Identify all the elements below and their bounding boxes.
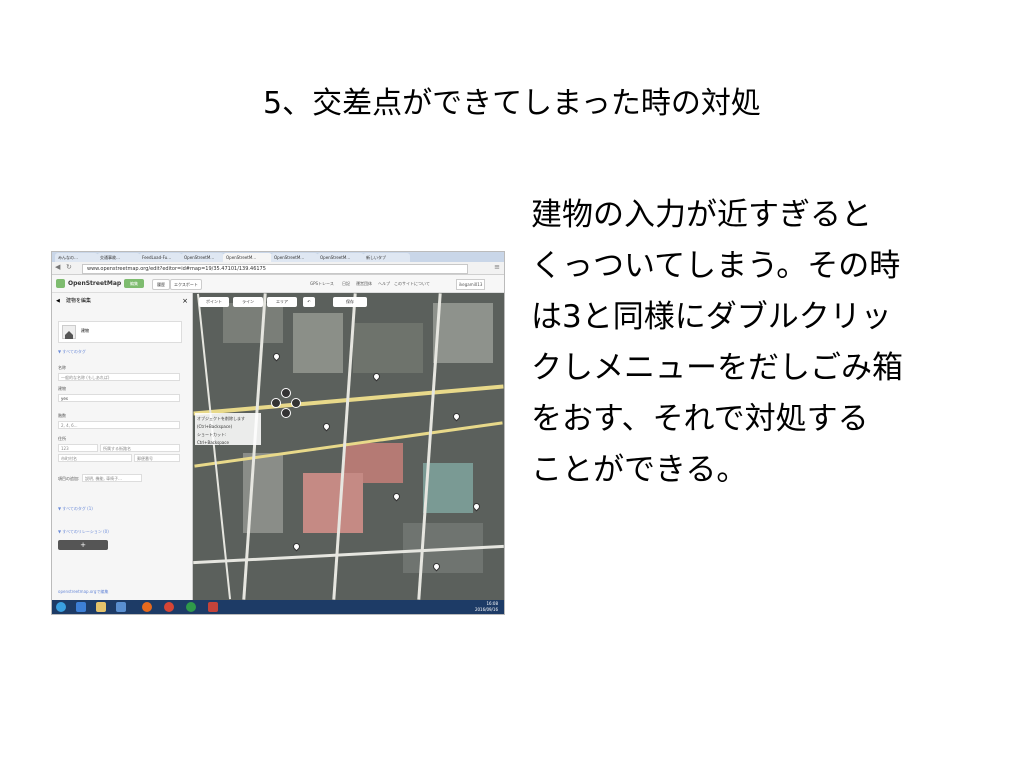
address-bar: ◀ ↻ www.openstreetmap.org/edit?editor=id… [52, 262, 504, 275]
nav-link-diary[interactable]: 日記 [342, 279, 350, 288]
slide-body-text: 建物の入力が近すぎると くっついてしまう。その時 は3と同様にダブルクリッ クし… [531, 190, 971, 496]
add-field-label: 項目の追加: [58, 476, 80, 481]
context-menu-delete-icon[interactable] [291, 398, 301, 408]
field-levels-label: 階数 [58, 413, 66, 418]
osm-logo-icon [56, 279, 65, 288]
delete-tooltip: オブジェクトを削除します (Ctrl+Backspace) ショートカット: C… [195, 413, 261, 445]
footer-edit-link[interactable]: openstreetmap.orgで編集 [58, 589, 108, 595]
all-relations-toggle[interactable]: ▼ すべてのリレーション (0) [58, 529, 109, 535]
add-field-input[interactable]: 説明, 機能, 車椅子... [82, 474, 142, 482]
field-building-label: 建物 [58, 386, 66, 391]
context-menu-split-icon[interactable] [281, 408, 291, 418]
section-toggle[interactable]: ▼ すべてのタグ [58, 349, 86, 355]
sidebar-title: 建物を編集 [66, 298, 92, 304]
windows-taskbar: 16:08 2016/09/16 [52, 600, 504, 614]
browser-tab-active[interactable]: OpenStreetM… [223, 253, 272, 262]
map-building [353, 323, 423, 373]
body-line: をおす、それで対処する [531, 401, 869, 437]
add-relation-button[interactable]: + [58, 540, 108, 550]
browser-tab[interactable]: OpenStreetM… [181, 253, 224, 262]
map-pin-icon[interactable] [391, 491, 402, 502]
browser-tab[interactable]: OpenStreetM… [271, 253, 318, 262]
body-line: クしメニューをだしごみ箱 [531, 350, 903, 386]
browser-tab[interactable]: OpenStreetM… [317, 253, 364, 262]
body-line: 建物の入力が近すぎると [531, 197, 872, 233]
body-line: くっついてしまう。その時 [531, 248, 901, 284]
clock-date: 2016/09/16 [474, 607, 498, 612]
back-arrow-icon[interactable]: ◀ [56, 295, 60, 307]
osm-editor-screenshot: みんなの… 交通事故… FeedLoad-Fu… OpenStreetM… Op… [52, 252, 504, 614]
browser-tab[interactable]: FeedLoad-Fu… [139, 253, 182, 262]
map-building [223, 303, 283, 343]
context-menu-move-icon[interactable] [281, 388, 291, 398]
building-field[interactable]: yes [58, 394, 180, 402]
address-city[interactable]: 市町村名 [58, 454, 132, 462]
editor-sidebar: ◀ 建物を編集 × 建物 ▼ すべてのタグ 名称 一般的な名称 (もしあれば) … [52, 293, 193, 600]
sidebar-header: ◀ 建物を編集 × [52, 295, 192, 307]
start-button-icon[interactable] [56, 602, 66, 612]
tooltip-line: オブジェクトを削除します (Ctrl+Backspace) [197, 416, 245, 429]
back-icon[interactable]: ◀ [55, 263, 60, 271]
browser-tab[interactable]: 交通事故… [97, 253, 140, 262]
add-area-button[interactable]: エリア [267, 297, 297, 307]
browser-tab-bar: みんなの… 交通事故… FeedLoad-Fu… OpenStreetM… Op… [52, 252, 504, 262]
map-building [303, 473, 363, 533]
body-line: ことができる。 [531, 452, 748, 488]
export-button[interactable]: エクスポート [170, 279, 202, 290]
map-building [433, 303, 493, 363]
media-icon[interactable] [116, 602, 126, 612]
map-pin-icon[interactable] [451, 411, 462, 422]
ie-icon[interactable] [76, 602, 86, 612]
field-name-label: 名称 [58, 365, 66, 370]
add-point-button[interactable]: ポイント [199, 297, 229, 307]
levels-field[interactable]: 2, 4, 6... [58, 421, 180, 429]
aerial-map[interactable]: ポイント ライン エリア ↶ 保存 オブジェクトを削除します (Ctrl+Bac… [193, 293, 504, 600]
nav-link-about[interactable]: このサイトについて [394, 279, 430, 288]
firefox-icon[interactable] [142, 602, 152, 612]
osm-site-name[interactable]: OpenStreetMap [68, 278, 121, 289]
map-pin-icon[interactable] [291, 541, 302, 552]
preset-selector[interactable]: 建物 [58, 321, 182, 343]
nav-link-community[interactable]: 運営団体 [356, 279, 372, 288]
map-pin-icon[interactable] [321, 421, 332, 432]
address-street[interactable]: 所属する街路名 [100, 444, 180, 452]
nav-link-help[interactable]: ヘルプ [378, 279, 390, 288]
browser-tab[interactable]: みんなの… [55, 253, 98, 262]
osm-header: OpenStreetMap 編集 履歴 エクスポート GPSトレース 日記 運営… [52, 275, 504, 293]
browser-tab[interactable]: 新しいタブ [363, 253, 410, 262]
save-button[interactable]: 保存 [333, 297, 367, 307]
menu-icon[interactable]: ≡ [494, 263, 500, 271]
chrome-icon[interactable] [186, 602, 196, 612]
reload-icon[interactable]: ↻ [66, 263, 72, 271]
address-housenumber[interactable]: 123 [58, 444, 98, 452]
preset-name: 建物 [81, 328, 89, 333]
context-menu-circle-icon[interactable] [271, 398, 281, 408]
close-icon[interactable]: × [182, 295, 188, 307]
chrome-icon[interactable] [164, 602, 174, 612]
undo-button[interactable]: ↶ [303, 297, 315, 307]
map-building [423, 463, 473, 513]
history-button[interactable]: 履歴 [152, 279, 170, 290]
user-menu[interactable]: ikegami013 [456, 279, 486, 290]
edit-button[interactable]: 編集 [124, 279, 144, 288]
building-icon [62, 325, 76, 339]
map-pin-icon[interactable] [271, 351, 282, 362]
map-pin-icon[interactable] [471, 501, 482, 512]
pdf-icon[interactable] [208, 602, 218, 612]
map-building [293, 313, 343, 373]
name-field[interactable]: 一般的な名称 (もしあれば) [58, 373, 180, 381]
address-postcode[interactable]: 郵便番号 [134, 454, 180, 462]
explorer-icon[interactable] [96, 602, 106, 612]
all-tags-toggle[interactable]: ▼ すべてのタグ (1) [58, 506, 93, 512]
nav-link-gps[interactable]: GPSトレース [310, 279, 334, 288]
map-pin-icon[interactable] [371, 371, 382, 382]
field-address-label: 住所 [58, 436, 66, 441]
url-field[interactable]: www.openstreetmap.org/edit?editor=id#map… [82, 264, 468, 274]
body-line: は3と同様にダブルクリッ [531, 299, 892, 335]
slide-title: 5、交差点ができてしまった時の対処 [263, 86, 761, 121]
add-line-button[interactable]: ライン [233, 297, 263, 307]
taskbar-clock: 16:08 2016/09/16 [475, 601, 498, 613]
tooltip-line: ショートカット: Ctrl+Backspace [197, 432, 229, 445]
